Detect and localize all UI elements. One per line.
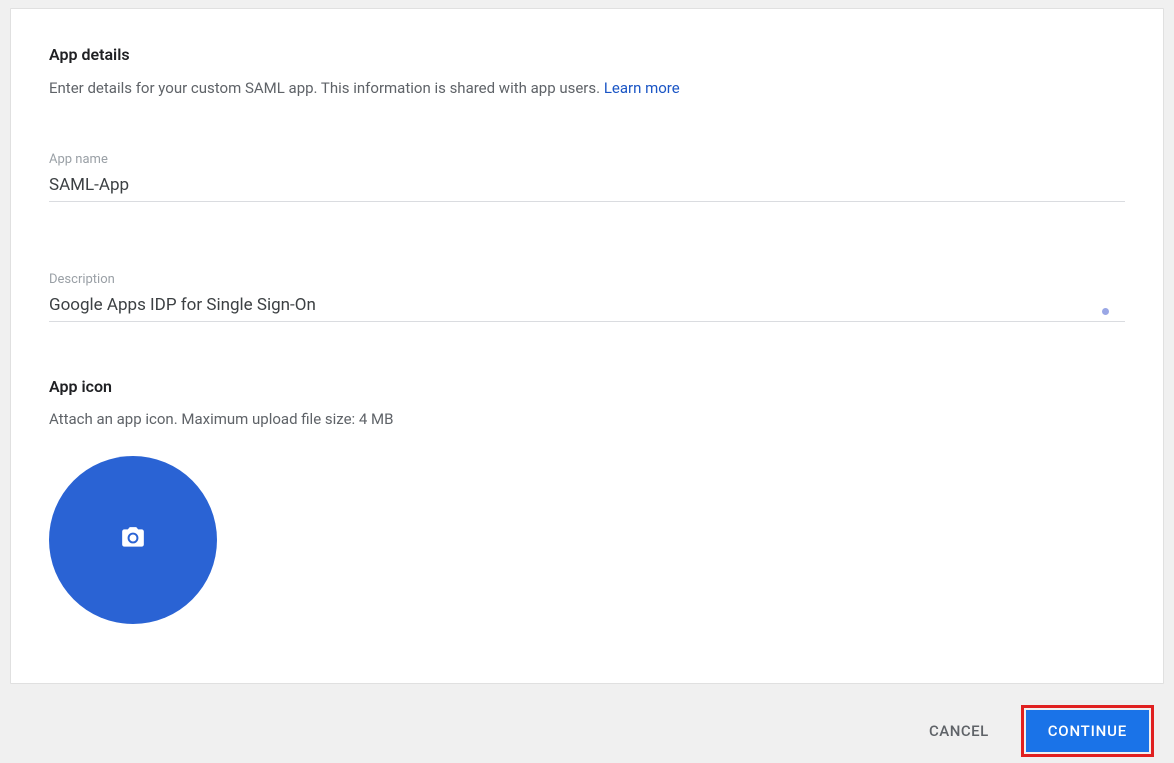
app-icon-upload-button[interactable] (49, 456, 217, 624)
camera-icon (119, 525, 147, 555)
description-input[interactable] (49, 293, 1125, 322)
description-label: Description (49, 272, 1125, 287)
resize-dot-icon (1102, 308, 1109, 315)
app-details-card: App details Enter details for your custo… (10, 8, 1164, 684)
app-name-input[interactable] (49, 173, 1125, 202)
app-name-label: App name (49, 152, 1125, 167)
app-details-subtext-text: Enter details for your custom SAML app. … (49, 79, 604, 97)
app-details-heading: App details (49, 45, 1125, 64)
cancel-button[interactable]: CANCEL (921, 712, 997, 750)
footer-actions: CANCEL CONTINUE (0, 698, 1174, 763)
app-details-subtext: Enter details for your custom SAML app. … (49, 78, 1125, 98)
app-icon-heading: App icon (49, 377, 1125, 396)
app-icon-subtext: Attach an app icon. Maximum upload file … (49, 410, 1125, 428)
learn-more-link[interactable]: Learn more (604, 79, 680, 97)
continue-highlight: CONTINUE (1021, 705, 1154, 757)
continue-button[interactable]: CONTINUE (1026, 710, 1149, 752)
description-field: Description (49, 272, 1125, 322)
app-name-field: App name (49, 152, 1125, 202)
